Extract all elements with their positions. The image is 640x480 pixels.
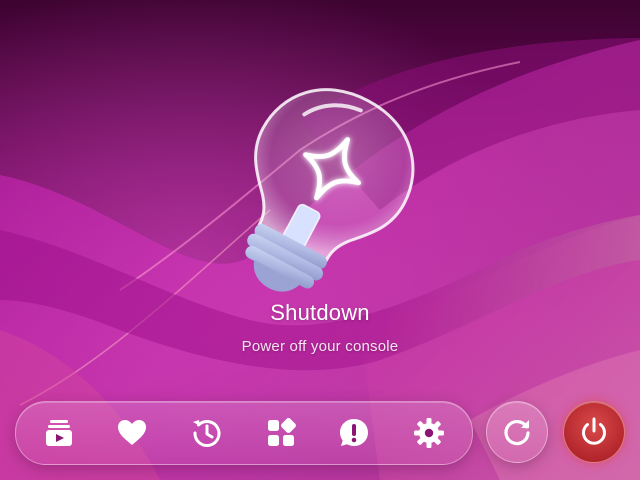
power-icon <box>582 417 606 445</box>
media-library-icon <box>46 420 72 446</box>
page-title: Shutdown <box>270 300 370 325</box>
history-icon <box>193 420 221 447</box>
favorites-button[interactable] <box>112 413 152 453</box>
lightbulb-sparkle-icon <box>245 88 415 292</box>
apps-button[interactable] <box>261 413 301 453</box>
power-off-button[interactable] <box>563 401 625 463</box>
page-subtitle: Power off your console <box>241 338 399 355</box>
alerts-button[interactable] <box>334 413 374 453</box>
quick-dock <box>15 401 473 465</box>
history-button[interactable] <box>187 413 227 453</box>
restart-button[interactable] <box>486 401 548 463</box>
heart-icon <box>118 420 146 445</box>
alert-bubble-icon <box>340 419 368 446</box>
restart-icon <box>504 419 530 446</box>
apps-grid-icon <box>268 418 296 446</box>
settings-button[interactable] <box>409 413 449 453</box>
gear-icon <box>414 418 444 448</box>
media-library-button[interactable] <box>39 413 79 453</box>
